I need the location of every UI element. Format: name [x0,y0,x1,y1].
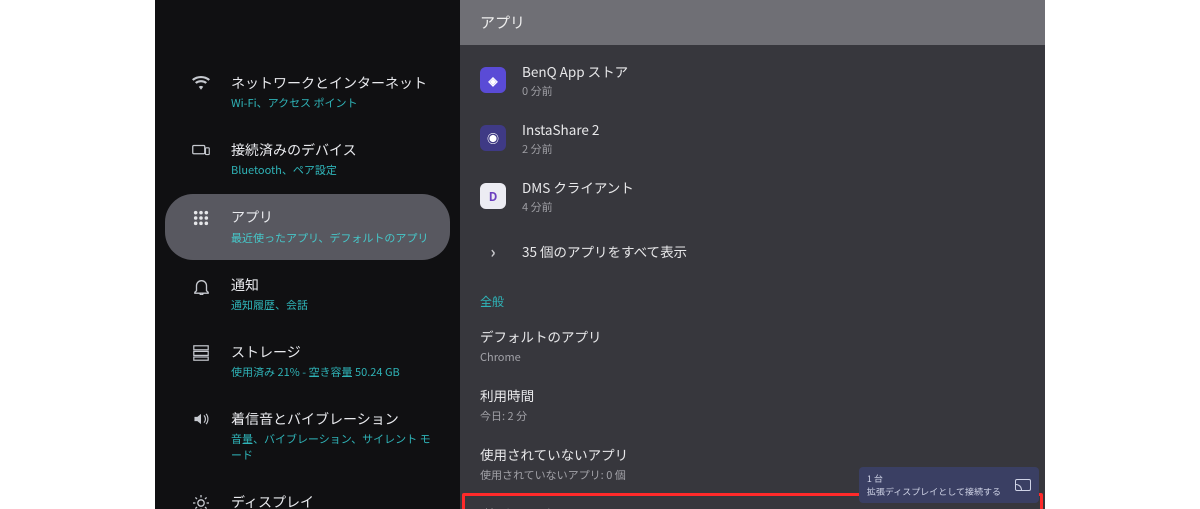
app-sub: 4 分前 [522,199,634,215]
cast-notification[interactable]: 1 台 拡張ディスプレイとして接続する [859,467,1039,503]
show-all-label: 35 個のアプリをすべて表示 [522,241,687,261]
sidebar-sub: 音量、バイブレーション、サイレント モード [231,431,436,463]
brightness-icon [189,493,213,509]
row-title: 使用されていないアプリ [480,444,1025,464]
cast-line2: 拡張ディスプレイとして接続する [867,485,1001,498]
sidebar-title: 接続済みのデバイス [231,141,357,159]
row-title: 特別なアプリアクセス [483,504,1022,509]
settings-sidebar: ネットワークとインターネット Wi-Fi、アクセス ポイント 接続済みのデバイス… [155,0,460,509]
recent-app-row[interactable]: D DMS クライアント 4 分前 [460,167,1045,225]
sidebar-title: ストレージ [231,343,400,361]
chevron-right-icon: › [480,239,506,263]
settings-window: ネットワークとインターネット Wi-Fi、アクセス ポイント 接続済みのデバイス… [155,0,1045,509]
sidebar-title: 着信音とバイブレーション [231,410,436,428]
cast-icon [1015,479,1031,491]
bell-icon [189,276,213,295]
row-sub: Chrome [480,349,1025,365]
sidebar-sub: Wi-Fi、アクセス ポイント [231,95,427,111]
storage-icon [189,343,213,361]
sidebar-sub: 使用済み 21% - 空き容量 50.24 GB [231,364,400,380]
content-header: アプリ [460,0,1045,45]
wifi-icon [189,74,213,90]
row-sub: 今日: 2 分 [480,408,1025,424]
sidebar-title: ネットワークとインターネット [231,74,427,92]
sidebar-title: アプリ [231,208,428,226]
sidebar-sub: 通知履歴、会話 [231,297,308,313]
recent-app-row[interactable]: ◉ InstaShare 2 2 分前 [460,109,1045,167]
app-name: DMS クライアント [522,177,634,197]
content-pane: アプリ ◈ BenQ App ストア 0 分前 ◉ InstaShare 2 2… [460,0,1045,509]
app-name: InstaShare 2 [522,119,599,139]
row-title: デフォルトのアプリ [480,326,1025,346]
sidebar-sub: 最近使ったアプリ、デフォルトのアプリ [231,230,428,246]
sidebar-title: ディスプレイ [231,493,428,509]
sidebar-item-sound[interactable]: 着信音とバイブレーション 音量、バイブレーション、サイレント モード [165,396,450,477]
default-apps-row[interactable]: デフォルトのアプリ Chrome [460,316,1045,375]
sidebar-item-notifications[interactable]: 通知 通知履歴、会話 [165,262,450,327]
app-sub: 0 分前 [522,83,628,99]
cast-line1: 1 台 [867,472,1001,485]
section-general-header: 全般 [460,277,1045,316]
row-title: 利用時間 [480,385,1025,405]
recent-app-row[interactable]: ◈ BenQ App ストア 0 分前 [460,51,1045,109]
apps-icon [189,208,213,226]
sidebar-item-storage[interactable]: ストレージ 使用済み 21% - 空き容量 50.24 GB [165,329,450,394]
sidebar-item-display[interactable]: ディスプレイ ダークモード、フォントサイズ、明るさ [165,479,450,509]
devices-icon [189,141,213,157]
app-name: BenQ App ストア [522,61,628,81]
benq-app-icon: ◈ [480,67,506,93]
sidebar-sub: Bluetooth、ペア設定 [231,162,357,178]
sidebar-item-devices[interactable]: 接続済みのデバイス Bluetooth、ペア設定 [165,127,450,192]
sidebar-title: 通知 [231,276,308,294]
screen-time-row[interactable]: 利用時間 今日: 2 分 [460,375,1045,434]
sidebar-item-network[interactable]: ネットワークとインターネット Wi-Fi、アクセス ポイント [165,60,450,125]
dms-app-icon: D [480,183,506,209]
app-sub: 2 分前 [522,141,599,157]
sound-icon [189,410,213,426]
sidebar-item-apps[interactable]: アプリ 最近使ったアプリ、デフォルトのアプリ [165,194,450,259]
show-all-apps[interactable]: › 35 個のアプリをすべて表示 [460,225,1045,277]
instashare-app-icon: ◉ [480,125,506,151]
